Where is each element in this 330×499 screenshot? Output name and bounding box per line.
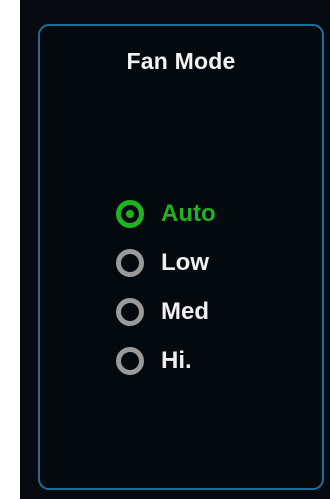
radio-selected-icon[interactable] bbox=[116, 199, 144, 228]
fan-mode-option-med[interactable]: Med bbox=[116, 287, 216, 336]
option-label: Low bbox=[161, 248, 209, 276]
window-frame: Fan Mode Auto Low Med Hi. bbox=[20, 0, 330, 499]
fan-mode-option-low[interactable]: Low bbox=[116, 238, 216, 287]
option-label: Hi. bbox=[161, 346, 192, 374]
option-label: Auto bbox=[161, 199, 216, 227]
fan-mode-option-auto[interactable]: Auto bbox=[116, 189, 216, 238]
fan-mode-radio-group: Auto Low Med Hi. bbox=[116, 189, 216, 385]
radio-unselected-icon[interactable] bbox=[116, 297, 144, 326]
radio-unselected-icon[interactable] bbox=[116, 248, 144, 277]
panel-title: Fan Mode bbox=[126, 48, 236, 74]
fan-mode-panel: Fan Mode Auto Low Med Hi. bbox=[38, 24, 324, 490]
option-label: Med bbox=[161, 297, 209, 325]
radio-unselected-icon[interactable] bbox=[116, 346, 144, 375]
fan-mode-option-hi[interactable]: Hi. bbox=[116, 336, 216, 385]
